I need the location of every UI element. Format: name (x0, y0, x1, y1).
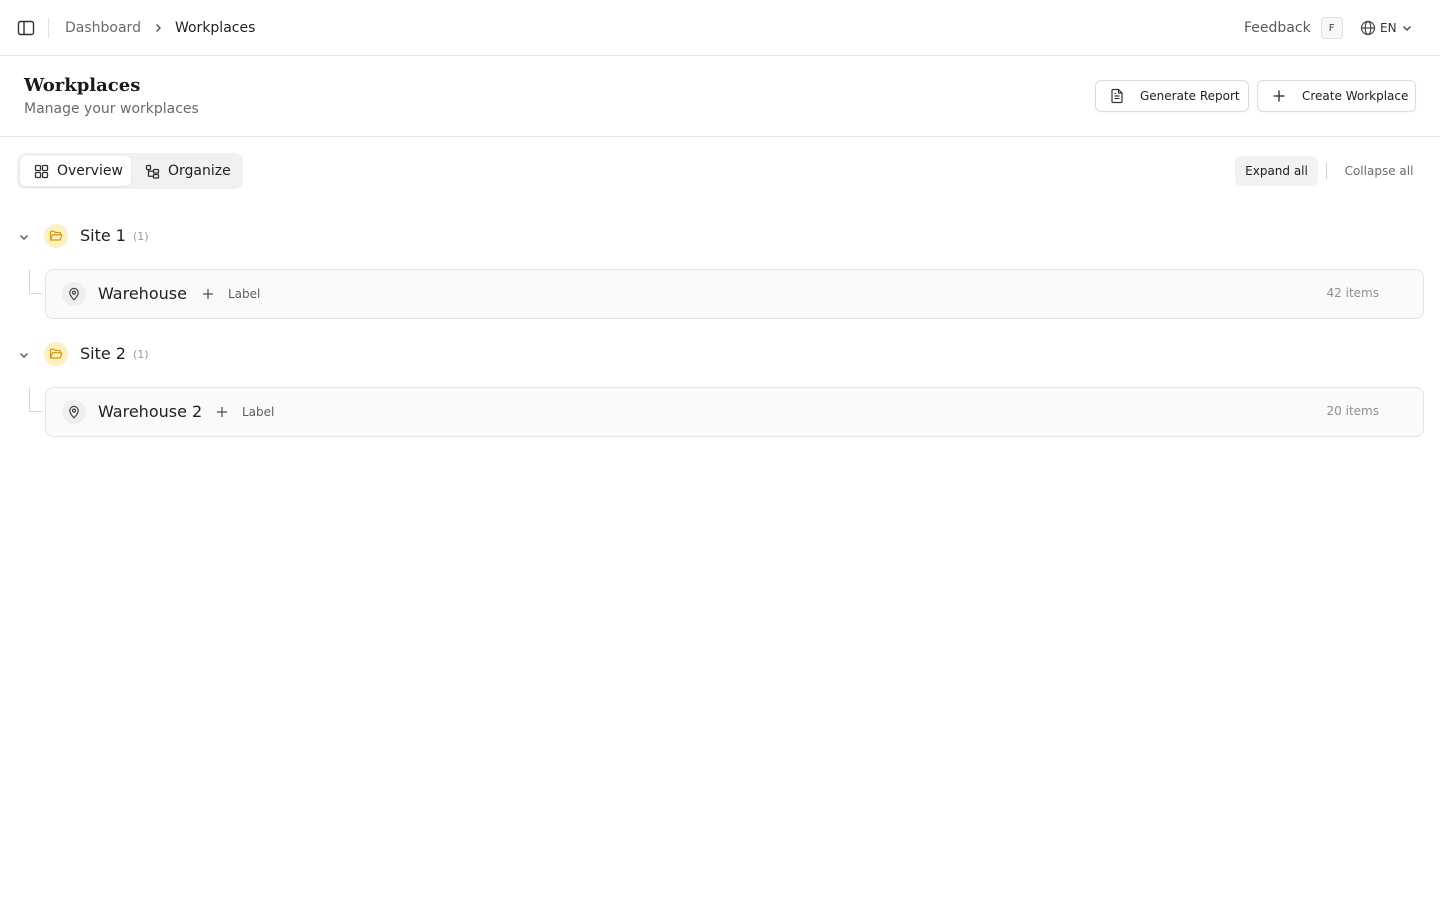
breadcrumb-workplaces: Workplaces (174, 20, 256, 36)
add-label-text: Label (228, 287, 261, 301)
plus-icon (217, 407, 227, 417)
tab-organize-label: Organize (168, 163, 231, 179)
view-toggle: Overview Organize (17, 153, 243, 189)
group-name[interactable]: Site 1 (80, 226, 126, 245)
item-count: 20 items (1326, 404, 1379, 418)
add-label-button[interactable]: Label (202, 285, 260, 303)
tab-organize[interactable]: Organize (134, 156, 240, 186)
feedback-button[interactable]: Feedback F (1244, 0, 1343, 56)
page-subtitle: Manage your workplaces (24, 101, 199, 117)
create-workplace-button[interactable]: Create Workplace (1257, 80, 1416, 112)
tree-connector (29, 270, 42, 294)
grid-icon (33, 163, 49, 179)
generate-report-label: Generate Report (1140, 89, 1240, 103)
group-site-2: Site 2 (1) (0, 337, 1440, 373)
folder-open-icon (44, 342, 68, 366)
language-selector[interactable]: EN (1360, 0, 1413, 56)
tree-connector (29, 388, 42, 412)
plus-icon (203, 289, 213, 299)
file-text-icon (1109, 88, 1125, 104)
workplace-card[interactable]: Warehouse 2 Label 20 items (45, 387, 1424, 437)
page-header: Workplaces Manage your workplaces Genera… (0, 56, 1440, 137)
create-workplace-label: Create Workplace (1302, 89, 1409, 103)
chevron-down-icon (1401, 22, 1413, 34)
expand-all-button[interactable]: Expand all (1235, 156, 1318, 186)
collapse-chevron-icon[interactable] (16, 229, 32, 245)
globe-icon (1360, 20, 1376, 36)
tab-overview-label: Overview (57, 163, 123, 179)
divider (48, 18, 49, 38)
feedback-shortcut-badge: F (1320, 17, 1343, 39)
feedback-label: Feedback (1244, 20, 1311, 36)
tab-overview[interactable]: Overview (20, 156, 131, 186)
workplace-name: Warehouse 2 (98, 402, 203, 421)
folder-open-icon (44, 224, 68, 248)
breadcrumb-dashboard[interactable]: Dashboard (65, 20, 141, 36)
group-name[interactable]: Site 2 (80, 344, 126, 363)
item-count: 42 items (1326, 286, 1379, 300)
sidebar-toggle-icon[interactable] (16, 18, 36, 38)
group-site-1: Site 1 (1) (0, 219, 1440, 255)
map-pin-icon (62, 282, 86, 306)
group-count: (1) (133, 230, 149, 243)
add-label-text: Label (242, 405, 275, 419)
language-label: EN (1380, 21, 1397, 35)
top-bar: Dashboard Workplaces Feedback F EN (0, 0, 1440, 56)
chevron-right-icon (141, 22, 175, 34)
add-label-button[interactable]: Label (216, 403, 274, 421)
workplace-name: Warehouse (98, 284, 187, 303)
tree-icon (144, 163, 160, 179)
collapse-chevron-icon[interactable] (16, 347, 32, 363)
workplace-card[interactable]: Warehouse Label 42 items (45, 269, 1424, 319)
breadcrumb: Dashboard Workplaces (65, 0, 255, 56)
page-title: Workplaces (24, 75, 141, 96)
plus-icon (1271, 88, 1287, 104)
collapse-all-button[interactable]: Collapse all (1335, 156, 1423, 186)
map-pin-icon (62, 400, 86, 424)
generate-report-button[interactable]: Generate Report (1095, 80, 1249, 112)
group-count: (1) (133, 348, 149, 361)
divider (1326, 163, 1327, 179)
